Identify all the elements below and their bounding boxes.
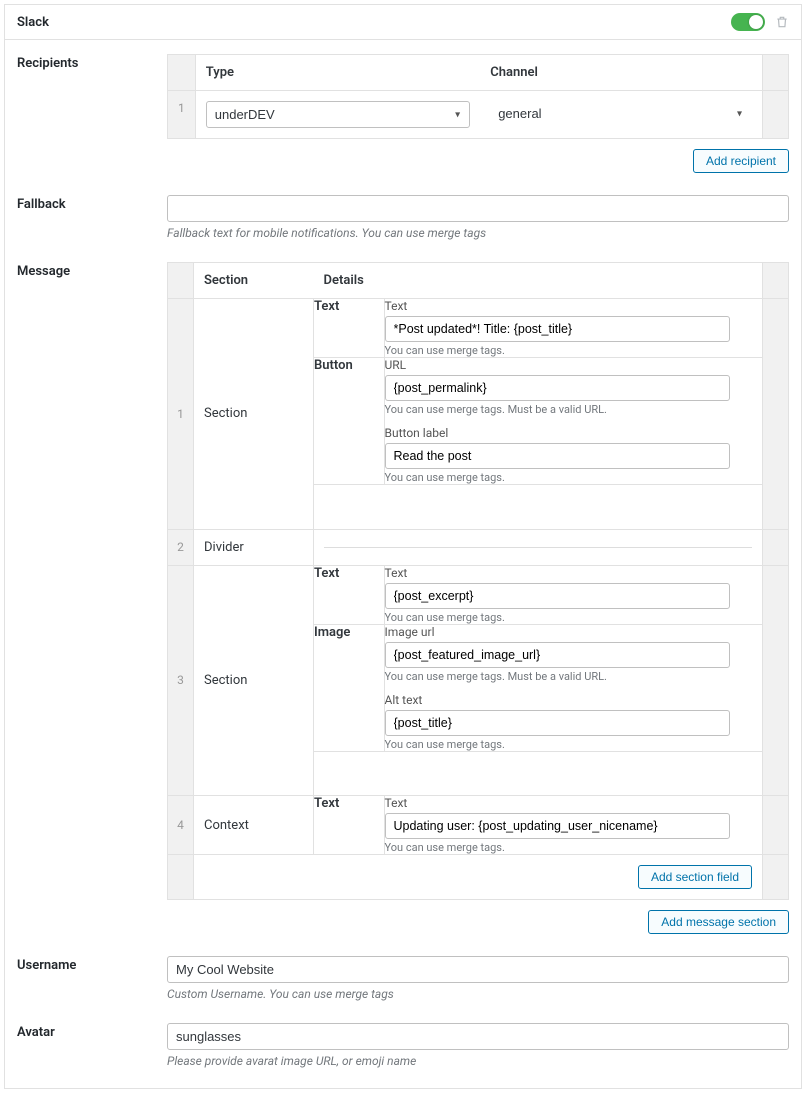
row-actions[interactable] [763, 299, 789, 530]
section-type: Section [194, 565, 314, 796]
merge-help: You can use merge tags. Must be a valid … [385, 403, 763, 416]
recipients-row: Recipients Type Channel 1 [17, 54, 789, 173]
field-label: Button label [385, 426, 763, 440]
row-actions[interactable] [763, 529, 789, 565]
caret-down-icon: ▾ [737, 108, 742, 119]
text-input[interactable] [385, 316, 730, 342]
avatar-row: Avatar Please provide avarat image URL, … [17, 1023, 789, 1068]
detail-type-text: Text [314, 796, 384, 854]
row-number[interactable]: 4 [168, 796, 194, 855]
actions-header [763, 55, 789, 91]
section-type: Divider [194, 529, 314, 565]
fallback-help: Fallback text for mobile notifications. … [167, 226, 789, 240]
add-section-field-row: Add section field [168, 855, 789, 900]
alt-text-input[interactable] [385, 710, 730, 736]
field-label: Text [385, 796, 763, 810]
detail-type-button: Button [314, 358, 384, 485]
row-actions[interactable] [763, 565, 789, 796]
drag-handle-header [168, 55, 196, 91]
field-label: URL [385, 358, 763, 372]
row-number[interactable]: 1 [168, 91, 196, 139]
row-number[interactable]: 1 [168, 299, 194, 530]
field-label: Alt text [385, 693, 763, 707]
section-type: Section [194, 299, 314, 530]
image-url-input[interactable] [385, 642, 730, 668]
add-section-field-button[interactable]: Add section field [638, 865, 752, 889]
text-input[interactable] [385, 813, 730, 839]
row-number[interactable]: 2 [168, 529, 194, 565]
msg-num-header [168, 263, 194, 299]
merge-help: You can use merge tags. [385, 471, 763, 484]
message-label: Message [17, 262, 157, 279]
text-input[interactable] [385, 583, 730, 609]
fallback-row: Fallback Fallback text for mobile notifi… [17, 195, 789, 240]
add-message-section-button[interactable]: Add message section [648, 910, 789, 934]
message-row: Message Section Details 1 [17, 262, 789, 934]
detail-type-text: Text [314, 566, 384, 625]
trash-icon[interactable] [775, 14, 789, 30]
avatar-input[interactable] [167, 1023, 789, 1050]
recipient-row: 1 ▾ ▾ [168, 91, 789, 139]
add-recipient-button[interactable]: Add recipient [693, 149, 789, 173]
panel-header: Slack [5, 5, 801, 40]
field-label: Text [385, 566, 763, 580]
section-type: Context [194, 796, 314, 855]
section-header: Section [194, 263, 314, 299]
type-header: Type [195, 55, 480, 91]
panel-title: Slack [17, 15, 49, 30]
detail-type-image: Image [314, 624, 384, 751]
detail-type-text: Text [314, 299, 384, 358]
row-actions[interactable] [763, 796, 789, 855]
field-label: Text [385, 299, 763, 313]
message-section-row: 2 Divider [168, 529, 789, 565]
merge-help: You can use merge tags. [385, 738, 763, 751]
message-section-row: 3 Section Text Text [168, 565, 789, 796]
details-header: Details [314, 263, 763, 299]
merge-help: You can use merge tags. [385, 611, 763, 624]
fallback-input[interactable] [167, 195, 789, 222]
avatar-help: Please provide avarat image URL, or emoj… [167, 1054, 789, 1068]
username-label: Username [17, 956, 157, 973]
slack-panel: Slack Recipients Type Channel [4, 4, 802, 1089]
row-number[interactable]: 3 [168, 565, 194, 796]
fallback-label: Fallback [17, 195, 157, 212]
recipients-label: Recipients [17, 54, 157, 71]
username-input[interactable] [167, 956, 789, 983]
divider-line [324, 547, 752, 548]
message-table: Section Details 1 Section [167, 262, 789, 900]
button-label-input[interactable] [385, 443, 730, 469]
recipients-table: Type Channel 1 ▾ [167, 54, 789, 139]
merge-help: You can use merge tags. [385, 344, 763, 357]
channel-select[interactable] [490, 101, 752, 126]
avatar-label: Avatar [17, 1023, 157, 1040]
message-section-row: 1 Section Text Text [168, 299, 789, 530]
channel-header: Channel [480, 55, 762, 91]
username-row: Username Custom Username. You can use me… [17, 956, 789, 1001]
url-input[interactable] [385, 375, 730, 401]
msg-actions-header [763, 263, 789, 299]
enabled-toggle[interactable] [731, 13, 765, 31]
type-select[interactable] [206, 101, 470, 128]
field-label: Image url [385, 625, 763, 639]
merge-help: You can use merge tags. Must be a valid … [385, 670, 763, 683]
row-actions[interactable] [763, 91, 789, 139]
merge-help: You can use merge tags. [385, 841, 763, 854]
username-help: Custom Username. You can use merge tags [167, 987, 789, 1001]
message-section-row: 4 Context Text Text [168, 796, 789, 855]
